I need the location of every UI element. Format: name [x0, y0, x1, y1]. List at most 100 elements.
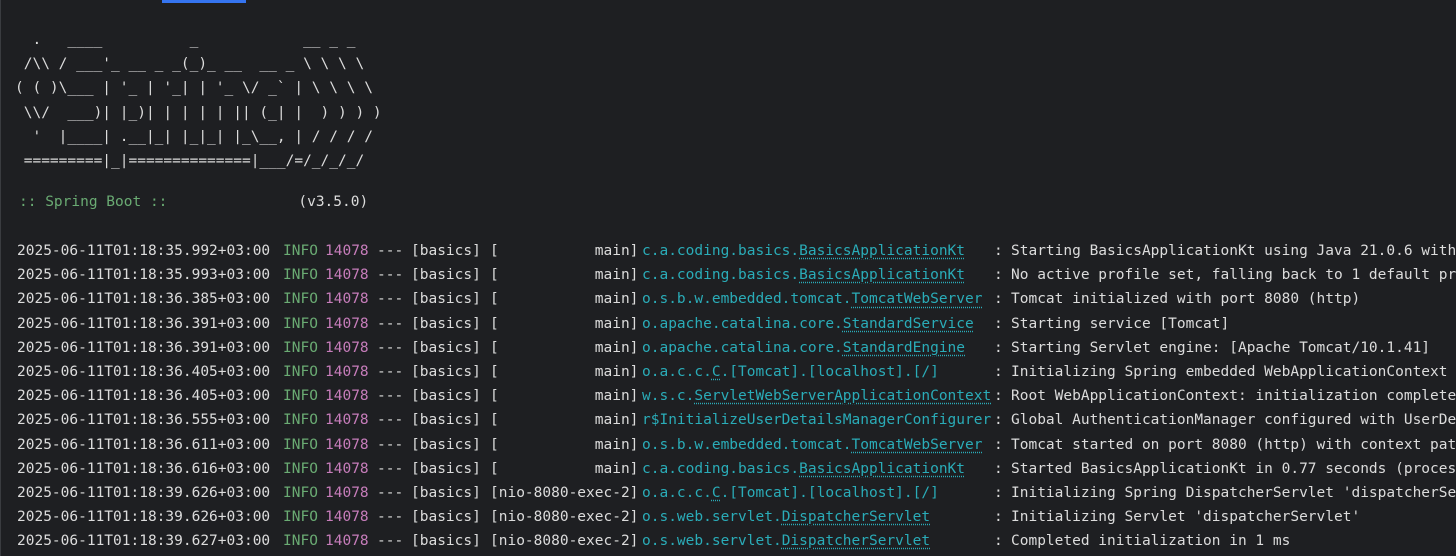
log-level: INFO — [283, 484, 318, 501]
log-logger-link[interactable]: o.a.c.c.C.[Tomcat].[localhost].[/] — [642, 481, 939, 505]
logger-package: o.s.web.servlet. — [642, 509, 782, 526]
log-app-name: [basics] — [411, 388, 481, 405]
log-separator: --- — [377, 533, 404, 550]
log-line: 2025-06-11T01:18:36.555+03:00 INFO 14078 --… — [17, 408, 1456, 432]
log-colon: : — [994, 315, 1003, 332]
log-logger-link[interactable]: o.s.web.servlet.DispatcherServlet — [642, 529, 930, 553]
log-timestamp: 2025-06-11T01:18:36.405+03:00 — [17, 363, 271, 380]
log-separator: --- — [377, 484, 404, 501]
log-colon: : — [994, 484, 1003, 501]
log-pid: 14078 — [325, 243, 369, 259]
log-timestamp: 2025-06-11T01:18:35.992+03:00 — [17, 243, 271, 259]
logger-class[interactable]: DispatcherServlet — [782, 509, 930, 525]
log-timestamp: 2025-06-11T01:18:35.993+03:00 — [17, 267, 271, 284]
log-colon: : — [994, 243, 1003, 259]
log-app-name: [basics] — [411, 484, 481, 501]
log-logger-link[interactable]: c.a.coding.basics.BasicsApplicationKt — [642, 457, 965, 481]
log-logger-link[interactable]: o.apache.catalina.core.StandardEngine — [642, 336, 965, 360]
log-line: 2025-06-11T01:18:36.391+03:00 INFO 14078 --… — [17, 336, 1456, 360]
log-colon: : — [994, 436, 1003, 453]
logger-package: c.a.coding.basics. — [642, 460, 800, 477]
log-colon: : — [994, 339, 1003, 356]
log-thread: [ main] — [490, 291, 639, 308]
log-colon: : — [994, 412, 1003, 429]
logger-class[interactable]: DispatcherServlet — [782, 533, 930, 549]
log-separator: --- — [377, 363, 404, 380]
logger-package: o.s.web.servlet. — [642, 533, 782, 550]
logger-class[interactable]: BasicsApplicationKt — [799, 461, 965, 477]
logger-package: o.s.b.w.embedded.tomcat. — [642, 436, 852, 453]
log-pid: 14078 — [325, 363, 369, 380]
log-thread: [ main] — [490, 460, 639, 477]
log-timestamp: 2025-06-11T01:18:36.391+03:00 — [17, 339, 271, 356]
log-logger-link[interactable]: o.a.c.c.C.[Tomcat].[localhost].[/] — [642, 360, 939, 384]
log-logger-link[interactable]: r$InitializeUserDetailsManagerConfigurer — [642, 408, 991, 432]
logger-class[interactable]: C — [712, 485, 721, 501]
log-logger-link[interactable]: o.s.web.servlet.DispatcherServlet — [642, 505, 930, 529]
logger-class[interactable]: StandardService — [843, 316, 974, 332]
log-app-name: [basics] — [411, 339, 481, 356]
logger-class[interactable]: C — [712, 364, 721, 380]
logger-class[interactable]: TomcatWebServer — [852, 291, 983, 307]
log-pid: 14078 — [325, 533, 369, 550]
log-colon: : — [994, 291, 1003, 308]
log-app-name: [basics] — [411, 533, 481, 550]
log-separator: --- — [377, 412, 404, 429]
log-pid: 14078 — [325, 339, 369, 356]
log-pid: 14078 — [325, 388, 369, 405]
logger-class[interactable]: TomcatWebServer — [852, 437, 983, 453]
log-pid: 14078 — [325, 436, 369, 453]
log-separator: --- — [377, 436, 404, 453]
log-pid: 14078 — [325, 509, 369, 526]
log-line: 2025-06-11T01:18:39.626+03:00 INFO 14078 --… — [17, 481, 1456, 505]
logger-class[interactable]: BasicsApplicationKt — [799, 267, 965, 283]
log-line: 2025-06-11T01:18:36.385+03:00 INFO 14078 --… — [17, 287, 1456, 311]
spring-boot-version: (v3.5.0) — [298, 194, 369, 210]
log-level: INFO — [283, 363, 318, 380]
log-timestamp: 2025-06-11T01:18:39.627+03:00 — [17, 533, 271, 550]
log-thread: [nio-8080-exec-2] — [490, 509, 639, 526]
log-logger-link[interactable]: o.s.b.w.embedded.tomcat.TomcatWebServer — [642, 287, 982, 311]
log-separator: --- — [377, 315, 404, 332]
log-logger-link[interactable]: c.a.coding.basics.BasicsApplicationKt — [642, 263, 965, 287]
log-level: INFO — [283, 412, 318, 429]
logger-package: o.s.b.w.embedded.tomcat. — [642, 291, 852, 308]
log-separator: --- — [377, 291, 404, 308]
logger-class[interactable]: ServletWebServerApplicationContext — [694, 388, 991, 404]
log-thread: [ main] — [490, 243, 639, 259]
logger-package: o.apache.catalina.core. — [642, 315, 843, 332]
log-pid: 14078 — [325, 460, 369, 477]
log-timestamp: 2025-06-11T01:18:36.391+03:00 — [17, 315, 271, 332]
log-message: Starting BasicsApplicationKt using Java … — [1011, 243, 1456, 259]
log-colon: : — [994, 509, 1003, 526]
logger-package: o.a.c.c. — [642, 484, 712, 501]
log-separator: --- — [377, 267, 404, 284]
log-timestamp: 2025-06-11T01:18:36.385+03:00 — [17, 291, 271, 308]
logger-suffix: .[Tomcat].[localhost].[/] — [720, 363, 939, 380]
log-pid: 14078 — [325, 315, 369, 332]
log-line: 2025-06-11T01:18:36.405+03:00 INFO 14078 --… — [17, 360, 1456, 384]
log-level: INFO — [283, 509, 318, 526]
log-message: Tomcat started on port 8080 (http) with … — [1011, 436, 1456, 453]
log-logger-link[interactable]: w.s.c.ServletWebServerApplicationContext — [642, 384, 991, 408]
logger-class[interactable]: StandardEngine — [843, 340, 965, 356]
log-pid: 14078 — [325, 412, 369, 429]
log-app-name: [basics] — [411, 315, 481, 332]
log-logger-link[interactable]: o.apache.catalina.core.StandardService — [642, 312, 974, 336]
log-timestamp: 2025-06-11T01:18:36.611+03:00 — [17, 436, 271, 453]
log-level: INFO — [283, 291, 318, 308]
log-logger-link[interactable]: c.a.coding.basics.BasicsApplicationKt — [642, 239, 965, 263]
spring-boot-version-line: :: Spring Boot :: (v3.5.0) — [19, 190, 368, 214]
log-colon: : — [994, 388, 1003, 405]
logger-package: r$InitializeUserDetailsManagerConfigurer — [642, 412, 992, 429]
log-level: INFO — [283, 388, 318, 405]
log-logger-link[interactable]: o.s.b.w.embedded.tomcat.TomcatWebServer — [642, 433, 982, 457]
logger-class[interactable]: BasicsApplicationKt — [799, 243, 965, 259]
log-message: Initializing Spring DispatcherServlet 'd… — [1011, 484, 1456, 501]
log-thread: [ main] — [490, 315, 639, 332]
log-app-name: [basics] — [411, 291, 481, 308]
log-app-name: [basics] — [411, 509, 481, 526]
log-pid: 14078 — [325, 291, 369, 308]
log-pid: 14078 — [325, 484, 369, 501]
